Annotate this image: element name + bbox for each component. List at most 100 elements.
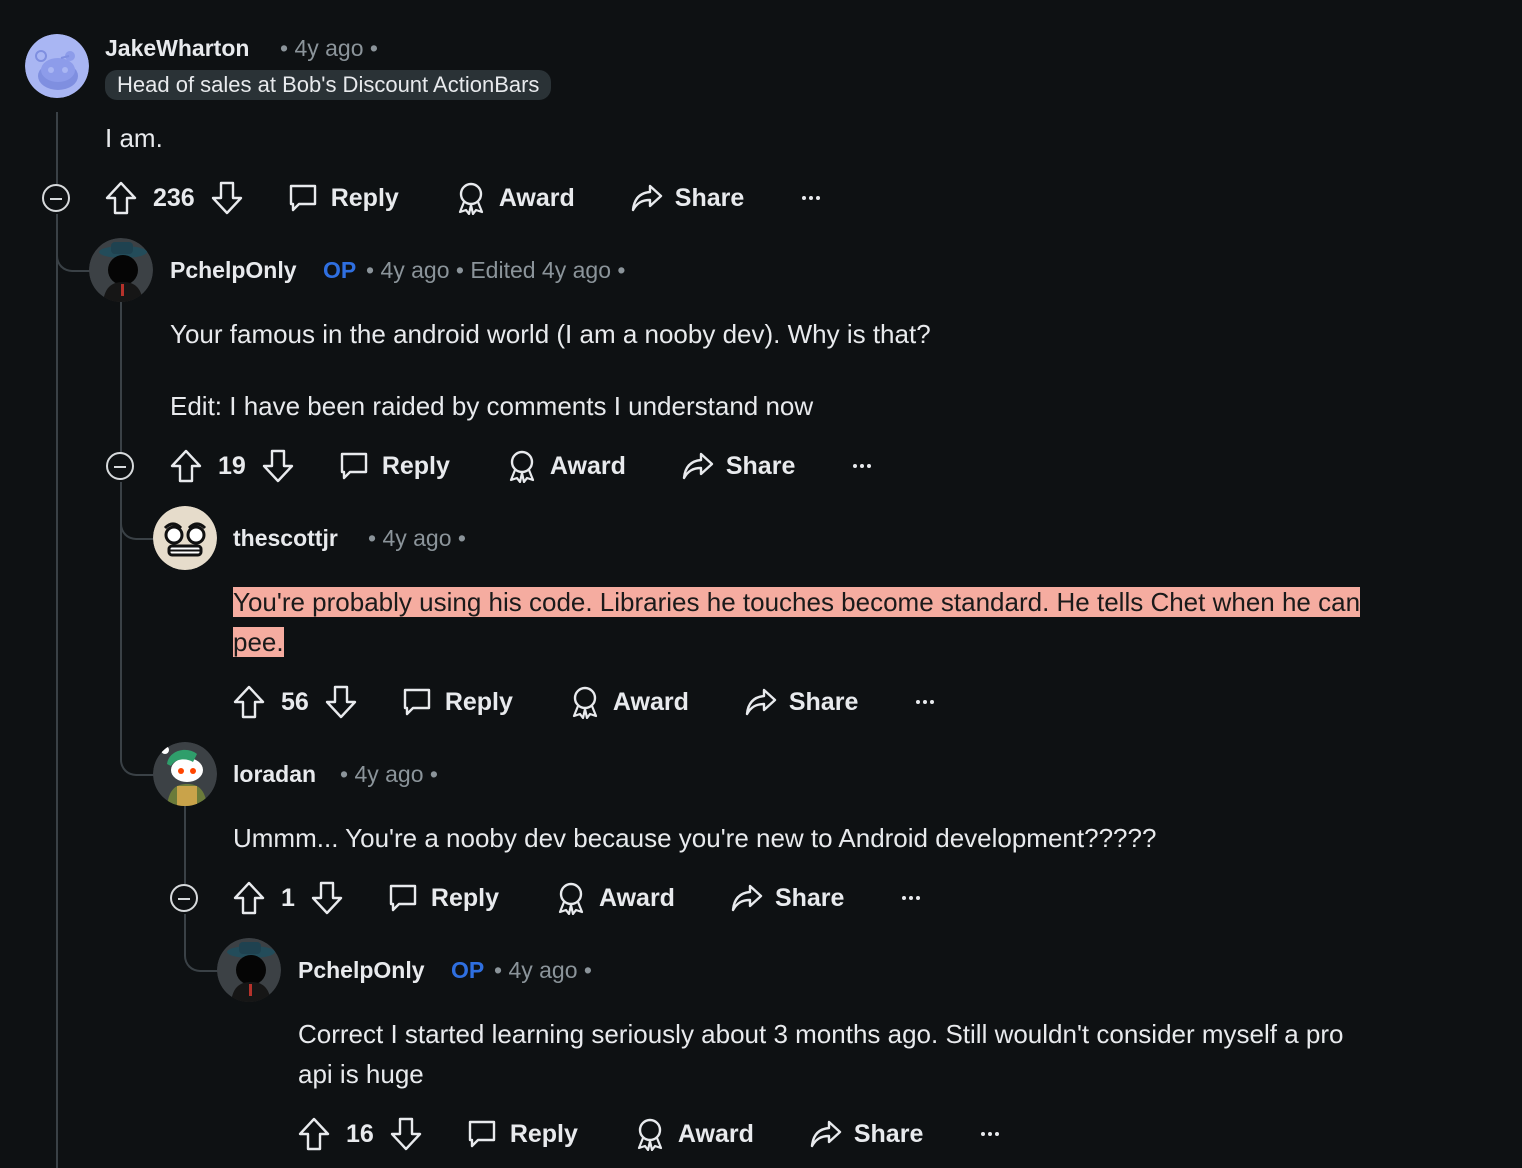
downvote-arrow-icon xyxy=(211,181,242,215)
comment-actions: 236 Reply Award Share xyxy=(105,176,821,220)
comment-body: Correct I started learning seriously abo… xyxy=(298,1014,1508,1094)
thread-line-level-1[interactable] xyxy=(56,112,58,184)
comment-timestamp: • 4y ago • xyxy=(340,761,438,787)
collapse-thread-button[interactable] xyxy=(170,884,198,912)
downvote-arrow-icon xyxy=(311,881,343,915)
upvote-button[interactable] xyxy=(233,881,265,915)
award-ribbon-icon xyxy=(637,1118,663,1151)
comment-bubble-icon xyxy=(389,884,417,912)
award-button[interactable]: Award xyxy=(506,449,626,483)
reply-button[interactable]: Reply xyxy=(401,686,513,718)
award-button[interactable]: Award xyxy=(555,881,675,915)
avatar[interactable] xyxy=(25,34,89,98)
award-ribbon-icon xyxy=(509,450,535,483)
award-button[interactable]: Award xyxy=(569,685,689,719)
thread-elbow xyxy=(120,482,156,540)
avatar[interactable] xyxy=(153,742,217,806)
upvote-arrow-icon xyxy=(298,1117,330,1151)
reply-label: Reply xyxy=(430,883,499,912)
award-label: Award xyxy=(498,183,575,212)
award-label: Award xyxy=(549,451,626,480)
comment-actions: 16 Reply Award Share xyxy=(298,1112,1000,1156)
share-button[interactable]: Share xyxy=(682,451,795,481)
upvote-button[interactable] xyxy=(233,685,265,719)
vote-count: 1 xyxy=(281,883,295,912)
downvote-button[interactable] xyxy=(262,449,294,483)
award-button[interactable]: Award xyxy=(634,1117,754,1151)
reply-label: Reply xyxy=(330,183,399,212)
share-button[interactable]: Share xyxy=(810,1119,923,1149)
downvote-button[interactable] xyxy=(311,881,343,915)
share-label: Share xyxy=(853,1119,924,1148)
thread-line-level-2[interactable] xyxy=(120,300,122,452)
avatar[interactable] xyxy=(153,506,217,570)
comment-body: Ummm... You're a nooby dev because you'r… xyxy=(233,823,1157,853)
comment-username[interactable]: PchelpOnly xyxy=(298,957,425,984)
award-ribbon-icon xyxy=(558,882,584,915)
award-button[interactable]: Award xyxy=(455,181,575,215)
more-options-icon[interactable] xyxy=(802,196,821,200)
share-label: Share xyxy=(788,687,859,716)
more-options-icon[interactable] xyxy=(902,896,921,900)
downvote-button[interactable] xyxy=(211,181,243,215)
comment-actions: 56 Reply Award Share xyxy=(233,680,935,724)
share-arrow-icon xyxy=(745,688,777,716)
avatar[interactable] xyxy=(89,238,153,302)
comment-bubble-icon xyxy=(403,688,431,716)
comment-actions: 19 Reply Award Share xyxy=(170,444,872,488)
grimace-face-avatar-icon xyxy=(153,506,217,570)
vote-count: 56 xyxy=(281,687,309,716)
comment-bubble-icon xyxy=(468,1120,496,1148)
reply-button[interactable]: Reply xyxy=(466,1118,578,1150)
upvote-arrow-icon xyxy=(105,181,137,215)
upvote-arrow-icon xyxy=(233,685,265,719)
comment-timestamp: • 4y ago • xyxy=(494,957,592,983)
reply-label: Reply xyxy=(444,687,513,716)
share-label: Share xyxy=(725,451,796,480)
share-button[interactable]: Share xyxy=(631,183,744,213)
comment-bubble-icon xyxy=(289,184,316,212)
more-options-icon[interactable] xyxy=(853,464,872,468)
upvote-arrow-icon xyxy=(233,881,265,915)
award-ribbon-icon xyxy=(458,182,483,215)
share-button[interactable]: Share xyxy=(731,883,844,913)
more-options-icon[interactable] xyxy=(916,700,935,704)
comment-username[interactable]: thescottjr xyxy=(233,525,338,552)
downvote-button[interactable] xyxy=(325,685,357,719)
upvote-button[interactable] xyxy=(298,1117,330,1151)
thread-line-level-1[interactable] xyxy=(56,214,58,1168)
reply-button[interactable]: Reply xyxy=(338,450,450,482)
share-label: Share xyxy=(674,183,745,212)
collapse-thread-button[interactable] xyxy=(42,184,70,212)
comment-body-edit: Edit: I have been raided by comments I u… xyxy=(170,391,814,421)
collapse-thread-button[interactable] xyxy=(106,452,134,480)
comment-username[interactable]: loradan xyxy=(233,761,316,788)
comment-body: You're probably using his code. Librarie… xyxy=(233,582,1503,662)
upvote-button[interactable] xyxy=(170,449,202,483)
upvote-arrow-icon xyxy=(170,449,202,483)
vote-count: 236 xyxy=(153,183,195,212)
upvote-button[interactable] xyxy=(105,181,137,215)
vote-count: 19 xyxy=(218,451,246,480)
comment-username[interactable]: PchelpOnly xyxy=(170,257,297,284)
reply-button[interactable]: Reply xyxy=(287,182,399,214)
comment-bubble-icon xyxy=(340,452,368,480)
avatar[interactable] xyxy=(217,938,281,1002)
downvote-button[interactable] xyxy=(390,1117,422,1151)
comment-username[interactable]: JakeWharton xyxy=(105,35,249,62)
share-arrow-icon xyxy=(682,452,714,480)
comment-timestamp: • 4y ago • xyxy=(280,35,378,61)
award-ribbon-icon xyxy=(572,686,598,719)
share-button[interactable]: Share xyxy=(745,687,858,717)
snoo-avatar-icon xyxy=(153,742,217,806)
comment-body-line: api is huge xyxy=(298,1059,424,1089)
reply-button[interactable]: Reply xyxy=(387,882,499,914)
award-label: Award xyxy=(677,1119,754,1148)
comment-body-line: Correct I started learning seriously abo… xyxy=(298,1019,1344,1049)
snoo-avatar-icon xyxy=(25,34,89,98)
thread-elbow xyxy=(120,700,156,776)
downvote-arrow-icon xyxy=(390,1117,422,1151)
more-options-icon[interactable] xyxy=(981,1132,1000,1136)
reply-label: Reply xyxy=(381,451,450,480)
thread-line-level-3[interactable] xyxy=(184,806,186,884)
